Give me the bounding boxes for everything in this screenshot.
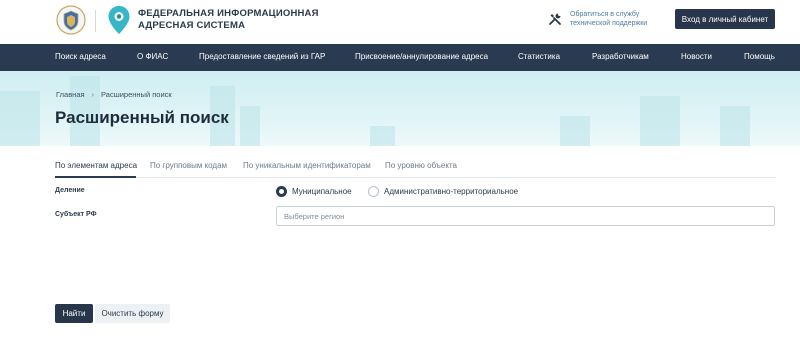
logo-line-2: АДРЕСНАЯ СИСТЕМА [138,20,246,31]
breadcrumb-current: Расширенный поиск [101,90,172,99]
logo-divider [95,10,96,32]
nav-item-gar[interactable]: Предоставление сведений из ГАР [199,52,325,61]
hero-decor [720,106,750,146]
region-select[interactable]: Выберите регион [276,206,775,226]
fns-emblem-icon[interactable] [56,5,86,35]
support-line-2: технической поддержки [570,20,648,27]
nav-item-news[interactable]: Новости [681,52,712,61]
breadcrumb: Главная › Расширенный поиск [56,90,172,99]
hero-decor [0,91,40,146]
logo-line-1: ФЕДЕРАЛЬНАЯ ИНФОРМАЦИОННАЯ [138,8,319,19]
main-nav: Поиск адреса О ФИАС Предоставление сведе… [0,44,800,71]
chevron-right-icon: › [91,90,95,99]
clear-form-button[interactable]: Очистить форму [95,304,170,323]
nav-item-about[interactable]: О ФИАС [137,52,168,61]
radio-municipal[interactable] [276,186,287,197]
support-line-1: Обратиться в службу [570,11,640,18]
nav-item-assign[interactable]: Присвоение/аннулирование адреса [355,52,488,61]
tab-address-elements[interactable]: По элементам адреса [55,161,137,170]
nav-item-help[interactable]: Помощь [744,52,775,61]
tab-unique-ids[interactable]: По уникальным идентификаторам [243,161,371,170]
page-hero: Главная › Расширенный поиск Расширенный по… [0,71,800,146]
tabs-divider [55,177,775,178]
nav-item-address-search[interactable]: Поиск адреса [55,52,106,61]
hero-decor [370,126,395,146]
subject-label: Субъект РФ [55,211,97,218]
breadcrumb-home[interactable]: Главная [56,90,85,99]
nav-item-developers[interactable]: Разработчикам [592,52,649,61]
radio-administrative-label[interactable]: Административно-территориальное [384,187,518,196]
page-title: Расширенный поиск [55,108,229,127]
login-button[interactable]: Вход в личный кабинет [675,9,775,29]
support-link[interactable]: Обратиться в службу технической поддержк… [570,10,647,28]
hero-decor [240,106,260,146]
tools-icon[interactable] [548,12,562,26]
site-logo-text[interactable]: ФЕДЕРАЛЬНАЯ ИНФОРМАЦИОННАЯ АДРЕСНАЯ СИСТ… [138,8,319,32]
fias-pin-icon[interactable] [107,5,131,35]
tab-object-level[interactable]: По уровню объекта [385,161,457,170]
division-label: Деление [55,187,85,194]
active-tab-indicator [55,176,136,178]
hero-decor [560,116,590,146]
region-select-placeholder: Выберите регион [284,212,345,221]
hero-decor [640,96,680,146]
radio-municipal-label[interactable]: Муниципальное [292,187,352,196]
find-button[interactable]: Найти [55,304,93,323]
tab-group-codes[interactable]: По групповым кодам [150,161,227,170]
site-header: ФЕДЕРАЛЬНАЯ ИНФОРМАЦИОННАЯ АДРЕСНАЯ СИСТ… [0,0,800,44]
search-tabs: По элементам адреса По групповым кодам П… [0,146,800,178]
nav-item-statistics[interactable]: Статистика [518,52,560,61]
radio-administrative[interactable] [368,186,379,197]
